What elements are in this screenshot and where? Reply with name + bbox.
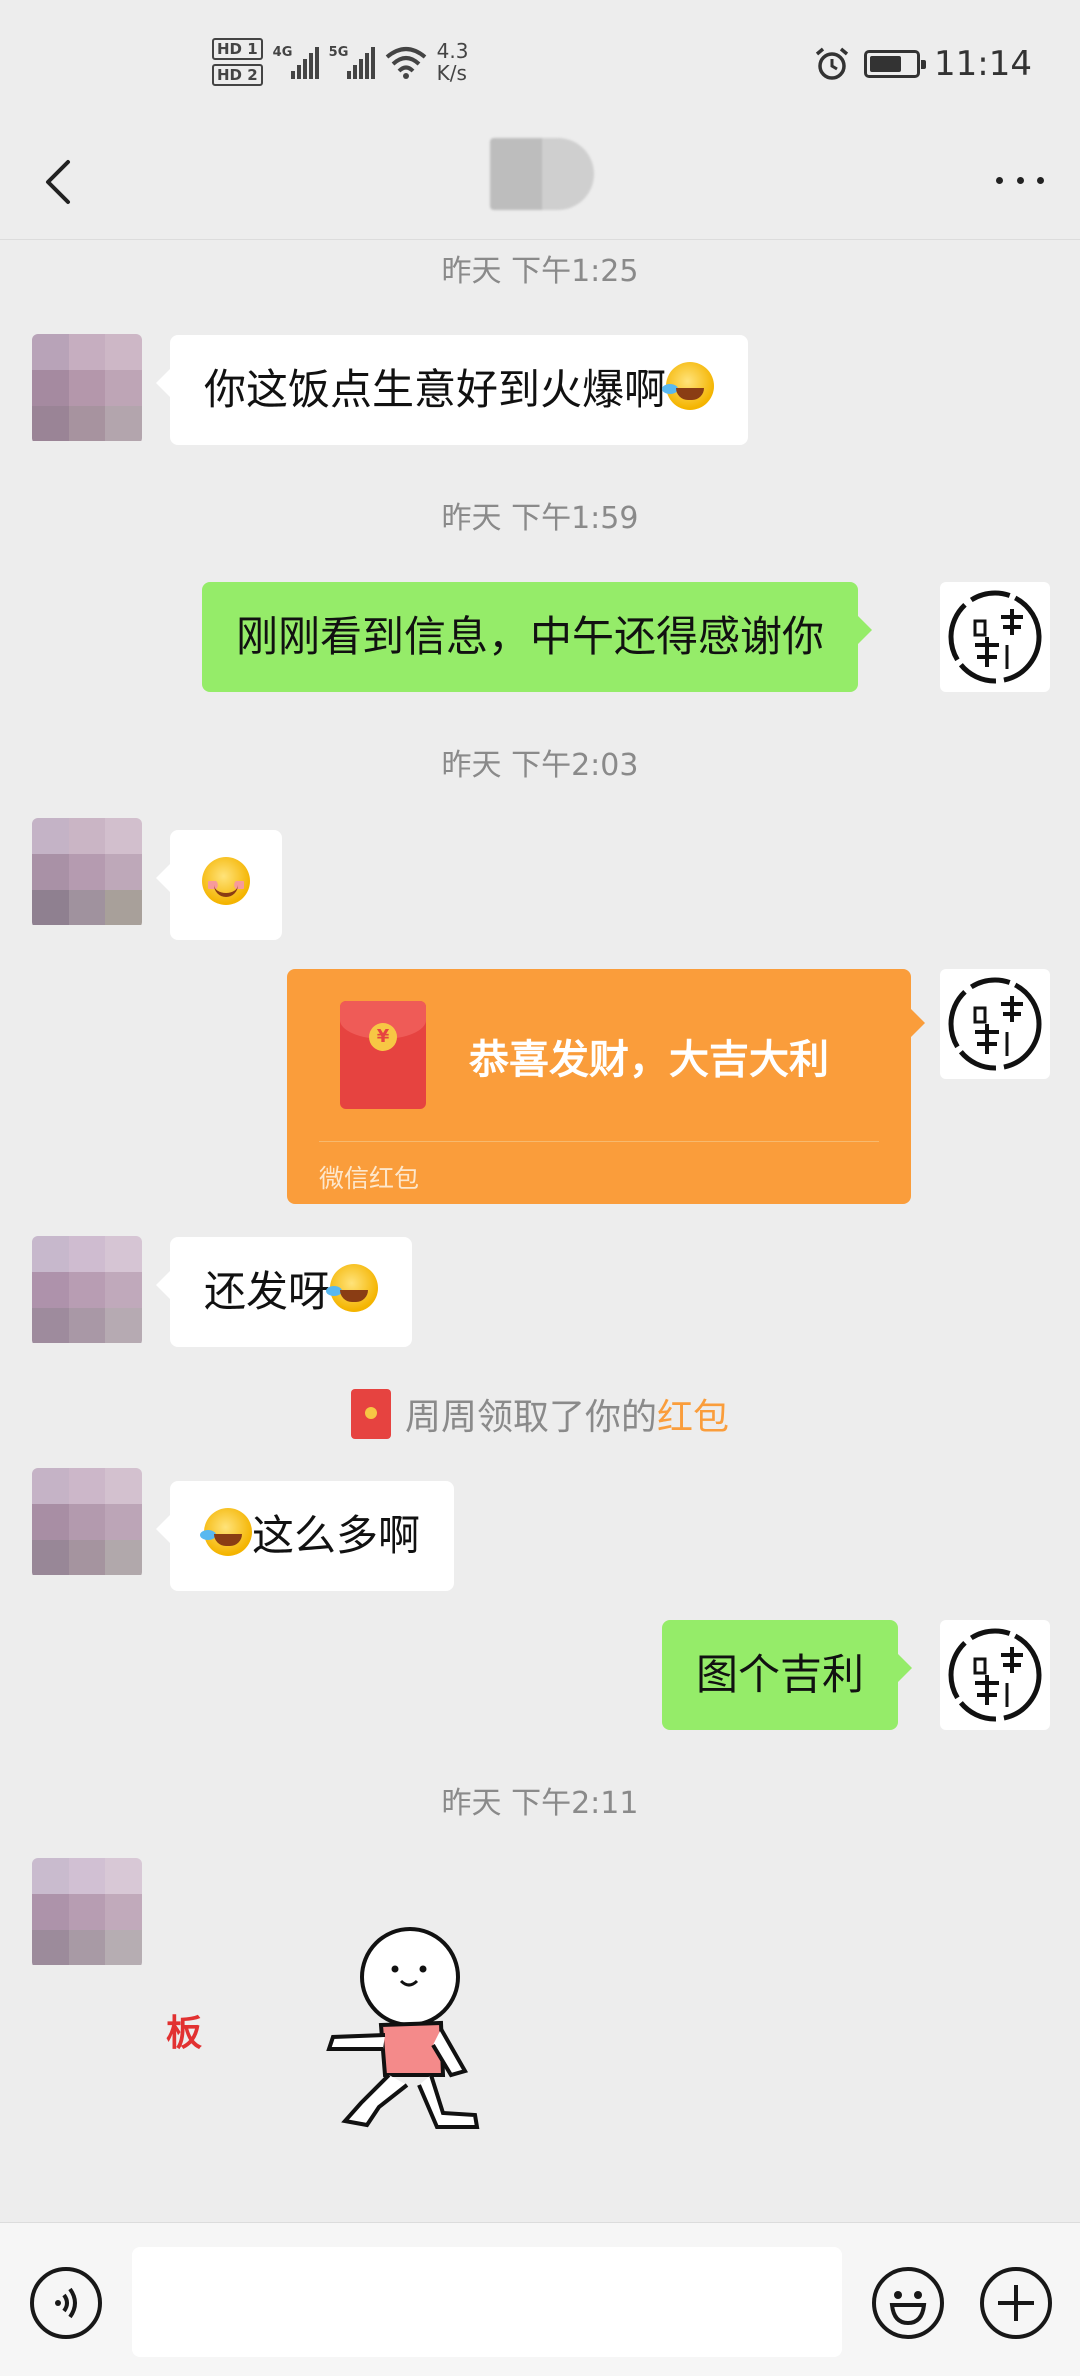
avatar[interactable] bbox=[32, 1858, 142, 1968]
message-text: 刚刚看到信息，中午还得感谢你 bbox=[236, 612, 825, 661]
red-packet-label: 微信红包 bbox=[319, 1164, 420, 1193]
speed-value: 4.3 bbox=[436, 39, 469, 63]
laugh-cry-emoji-icon bbox=[326, 1264, 379, 1312]
red-packet-mini-icon bbox=[350, 1389, 391, 1439]
speed-unit: K/s bbox=[436, 61, 467, 85]
system-notice: 周周领取了你的红包 bbox=[0, 1388, 1080, 1440]
status-left: HD 1 HD 2 4G 5G 4.3 K/s bbox=[212, 38, 468, 86]
red-envelope-icon bbox=[340, 1001, 426, 1109]
signal-4g-icon: 4G bbox=[273, 45, 319, 79]
battery-icon bbox=[864, 50, 927, 78]
net-speed: 4.3 K/s bbox=[437, 40, 469, 84]
seal-icon bbox=[940, 582, 1050, 692]
message-text: 你这饭点生意好到火爆啊 bbox=[204, 365, 667, 414]
timestamp: 昨天 下午2:11 bbox=[441, 1786, 639, 1821]
hd-indicators: HD 1 HD 2 bbox=[212, 38, 263, 86]
avatar-self[interactable] bbox=[940, 582, 1050, 692]
contact-name-blurred bbox=[490, 138, 594, 210]
message-bubble[interactable]: 刚刚看到信息，中午还得感谢你 bbox=[202, 582, 873, 692]
red-packet-link[interactable]: 红包 bbox=[657, 1397, 729, 1438]
avatar[interactable] bbox=[32, 1468, 142, 1578]
message-text: 这么多啊 bbox=[252, 1511, 421, 1560]
avatar[interactable] bbox=[32, 818, 142, 928]
red-packet-divider bbox=[319, 1141, 879, 1142]
avatar-self[interactable] bbox=[940, 969, 1050, 1079]
timestamp: 昨天 下午1:25 bbox=[441, 254, 639, 289]
wifi-icon bbox=[385, 47, 426, 79]
laugh-cry-emoji-icon bbox=[662, 362, 715, 410]
back-chevron-icon[interactable] bbox=[30, 152, 90, 212]
message-input[interactable] bbox=[132, 2247, 842, 2357]
avatar-self[interactable] bbox=[940, 1620, 1050, 1730]
smile-emoji-icon bbox=[202, 857, 250, 905]
message-bubble[interactable] bbox=[156, 830, 282, 940]
chat-header bbox=[0, 130, 1080, 240]
message-bubble[interactable]: 这么多啊 bbox=[155, 1481, 455, 1591]
timestamp: 昨天 下午2:03 bbox=[441, 748, 639, 783]
status-right: 11:14 bbox=[814, 44, 1032, 84]
message-text: 还发呀 bbox=[204, 1267, 331, 1316]
net1-label: 4G bbox=[272, 45, 293, 60]
avatar[interactable] bbox=[32, 1236, 142, 1346]
emoji-icon[interactable] bbox=[872, 2267, 944, 2339]
avatar[interactable] bbox=[32, 334, 142, 444]
status-bar: HD 1 HD 2 4G 5G 4.3 K/s 11:14 bbox=[0, 0, 1080, 130]
more-dots-icon[interactable] bbox=[988, 160, 1052, 200]
seal-icon bbox=[940, 1620, 1050, 1730]
system-notice-text: 周周领取了你的 bbox=[404, 1397, 657, 1438]
clock: 11:14 bbox=[934, 44, 1032, 84]
sticker-caption: 板 bbox=[166, 2013, 203, 2054]
message-bubble[interactable]: 你这饭点生意好到火爆啊 bbox=[155, 335, 749, 445]
laugh-cry-emoji-icon bbox=[200, 1508, 252, 1556]
voice-icon[interactable] bbox=[30, 2267, 102, 2339]
signal-5g-icon: 5G bbox=[329, 45, 375, 79]
dancing-figure-sticker[interactable] bbox=[315, 1925, 505, 2135]
alarm-icon bbox=[815, 47, 849, 80]
hd2-badge: HD 2 bbox=[212, 64, 263, 86]
seal-icon bbox=[940, 969, 1050, 1079]
red-packet-card[interactable]: 恭喜发财，大吉大利 微信红包 bbox=[287, 969, 925, 1204]
message-bubble[interactable]: 还发呀 bbox=[155, 1237, 413, 1347]
message-text: 图个吉利 bbox=[696, 1650, 865, 1699]
net2-label: 5G bbox=[328, 45, 349, 60]
message-bubble[interactable]: 图个吉利 bbox=[662, 1620, 913, 1730]
input-bar bbox=[0, 2222, 1080, 2376]
timestamp: 昨天 下午1:59 bbox=[441, 501, 639, 536]
plus-icon[interactable] bbox=[980, 2267, 1052, 2339]
red-packet-title: 恭喜发财，大吉大利 bbox=[469, 1037, 829, 1083]
hd1-badge: HD 1 bbox=[212, 38, 263, 60]
